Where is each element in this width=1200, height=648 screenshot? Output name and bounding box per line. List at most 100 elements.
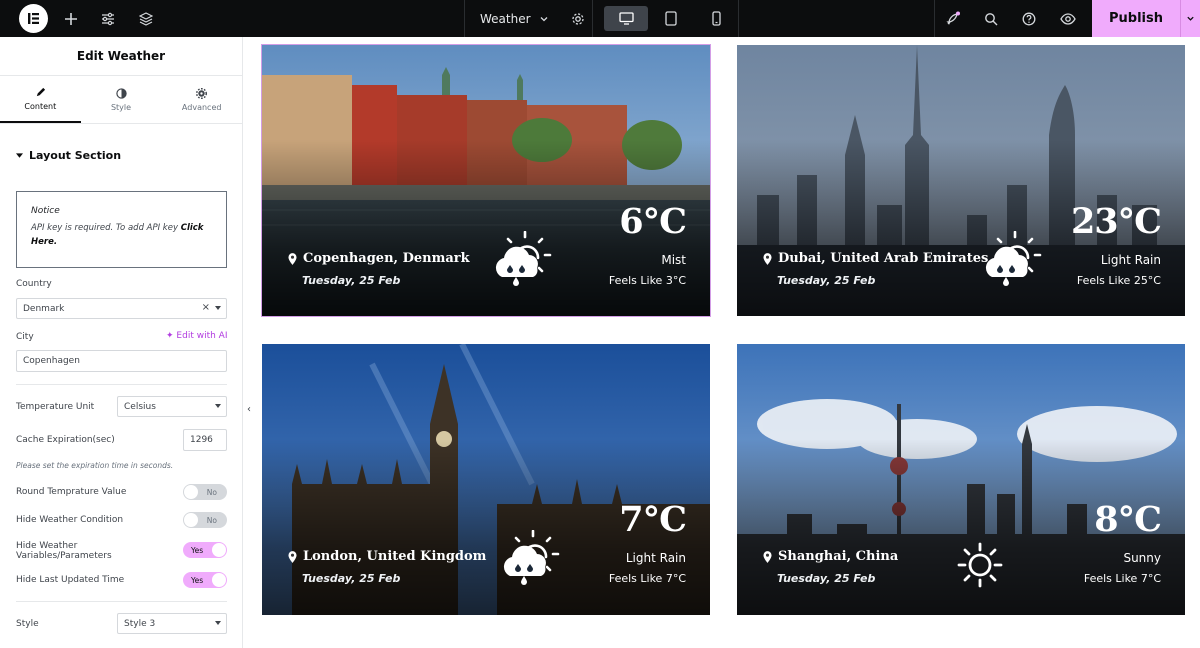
publish-options-chevron-icon[interactable] <box>1180 0 1200 37</box>
tab-content-label: Content <box>24 101 57 111</box>
notice-text: API key is required. To add API key <box>31 223 181 233</box>
card-city-name: London, United Kingdom <box>303 549 487 564</box>
hide-weather-variables-toggle[interactable]: Yes <box>183 542 227 558</box>
hide-weather-condition-label: Hide Weather Condition <box>16 515 124 525</box>
hide-weather-variables-label-line-1: Hide Weather <box>16 541 78 551</box>
collapse-panel-chevron-icon[interactable]: ‹ <box>243 398 255 420</box>
hide-weather-condition-toggle[interactable]: No <box>183 512 227 528</box>
location-pin-icon <box>288 252 297 265</box>
edit-with-ai-button[interactable]: ✦ Edit with AI <box>166 331 227 341</box>
style-select[interactable]: Style 3 <box>117 613 227 634</box>
pencil-icon <box>36 87 45 96</box>
location-pin-icon <box>763 550 772 563</box>
country-select[interactable]: Denmark × <box>16 298 227 319</box>
city-label: City <box>16 332 34 342</box>
card-feels-like: Feels Like 3°C <box>608 274 686 287</box>
card-date: Tuesday, 25 Feb <box>777 572 876 585</box>
preview-eye-icon[interactable] <box>1053 0 1083 37</box>
document-title: Weather <box>480 11 531 26</box>
gear-icon <box>196 87 208 99</box>
toggle-state: Yes <box>191 575 204 585</box>
card-date: Tuesday, 25 Feb <box>302 274 401 287</box>
card-temperature: 6°C <box>619 201 687 242</box>
cloud-sun-rain-icon <box>492 231 558 289</box>
toggle-state: No <box>206 515 217 525</box>
notifications-rocket-icon[interactable] <box>938 0 968 37</box>
card-city-name: Copenhagen, Denmark <box>303 251 470 266</box>
card-temperature: 7°C <box>619 499 687 540</box>
panel-title: Edit Weather <box>0 37 242 76</box>
layout-section-title: Layout Section <box>29 149 122 162</box>
card-city-name: Dubai, United Arab Emirates <box>778 251 989 266</box>
search-icon[interactable] <box>976 0 1006 37</box>
card-city: Dubai, United Arab Emirates <box>763 251 988 266</box>
round-temperature-toggle[interactable]: No <box>183 484 227 500</box>
style-label: Style <box>16 619 39 629</box>
location-pin-icon <box>763 252 772 265</box>
notice-title: Notice <box>31 206 60 216</box>
elementor-logo-icon[interactable] <box>19 4 48 33</box>
cache-expiration-input[interactable]: 1296 <box>183 429 227 451</box>
location-pin-icon <box>288 550 297 563</box>
temperature-unit-value: Celsius <box>124 401 156 412</box>
tab-advanced[interactable]: Advanced <box>161 76 242 123</box>
city-input[interactable]: Copenhagen <box>16 350 227 372</box>
temperature-unit-select[interactable]: Celsius <box>117 396 227 417</box>
add-element-icon[interactable] <box>56 0 86 37</box>
cache-hint: Please set the expiration time in second… <box>16 461 174 470</box>
card-feels-like: Feels Like 25°C <box>1076 274 1161 287</box>
temperature-unit-label: Temperature Unit <box>16 402 95 412</box>
country-value: Denmark <box>23 303 65 314</box>
cloud-sun-rain-icon <box>500 530 566 588</box>
toggle-state: No <box>206 487 217 497</box>
cache-expiration-label: Cache Expiration(sec) <box>16 435 115 445</box>
chevron-down-icon <box>540 16 547 21</box>
card-city: London, United Kingdom <box>288 549 486 564</box>
hide-last-updated-label: Hide Last Updated Time <box>16 575 125 585</box>
toolbar-divider <box>934 0 935 37</box>
weather-card-london[interactable]: London, United Kingdom Tuesday, 25 Feb 7… <box>262 344 710 615</box>
tablet-device-icon[interactable] <box>649 6 693 31</box>
publish-button[interactable]: Publish <box>1092 11 1180 26</box>
select-arrow-icon <box>215 404 221 408</box>
structure-layers-icon[interactable] <box>131 0 161 37</box>
ai-sparkle-icon: ✦ <box>166 331 174 341</box>
top-bar: Weather Publish <box>0 0 1200 37</box>
sun-icon <box>947 536 1013 594</box>
page-settings-gear-icon[interactable] <box>571 12 585 26</box>
clear-selection-icon[interactable]: × <box>202 302 210 313</box>
weather-card-shanghai[interactable]: Shanghai, China Tuesday, 25 Feb 8°C Sunn… <box>737 344 1185 615</box>
responsive-device-switcher <box>592 0 739 37</box>
caret-down-icon <box>16 153 23 158</box>
card-condition: Sunny <box>1123 551 1161 565</box>
layout-section-toggle[interactable]: Layout Section <box>16 149 121 162</box>
hide-last-updated-toggle[interactable]: Yes <box>183 572 227 588</box>
edit-with-ai-label: Edit with AI <box>176 331 228 341</box>
toggle-state: Yes <box>191 545 204 555</box>
help-question-icon[interactable] <box>1014 0 1044 37</box>
document-title-dropdown[interactable]: Weather <box>464 0 592 37</box>
desktop-device-icon[interactable] <box>604 6 648 31</box>
select-arrow-icon <box>215 306 221 310</box>
tab-style-label: Style <box>110 102 132 112</box>
divider <box>16 601 227 602</box>
weather-card-dubai[interactable]: Dubai, United Arab Emirates Tuesday, 25 … <box>737 45 1185 316</box>
cloud-sun-rain-icon <box>982 231 1048 289</box>
card-temperature: 23°C <box>1070 201 1162 242</box>
divider <box>16 384 227 385</box>
weather-card-copenhagen[interactable]: Copenhagen, Denmark Tuesday, 25 Feb 6°C … <box>261 44 711 317</box>
hide-weather-variables-label: Hide Weather Variables/Parameters <box>16 541 112 561</box>
panel-tabs: Content Style Advanced <box>0 76 242 124</box>
tab-content[interactable]: Content <box>0 76 81 123</box>
card-feels-like: Feels Like 7°C <box>1083 572 1161 585</box>
city-value: Copenhagen <box>23 356 80 366</box>
card-city: Shanghai, China <box>763 549 898 564</box>
card-feels-like: Feels Like 7°C <box>608 572 686 585</box>
api-key-notice: Notice API key is required. To add API k… <box>16 191 227 268</box>
card-condition: Light Rain <box>625 551 686 565</box>
mobile-device-icon[interactable] <box>694 6 738 31</box>
style-value: Style 3 <box>124 618 156 629</box>
tab-style[interactable]: Style <box>81 76 162 123</box>
site-settings-icon[interactable] <box>93 0 123 37</box>
half-circle-icon <box>115 87 127 99</box>
